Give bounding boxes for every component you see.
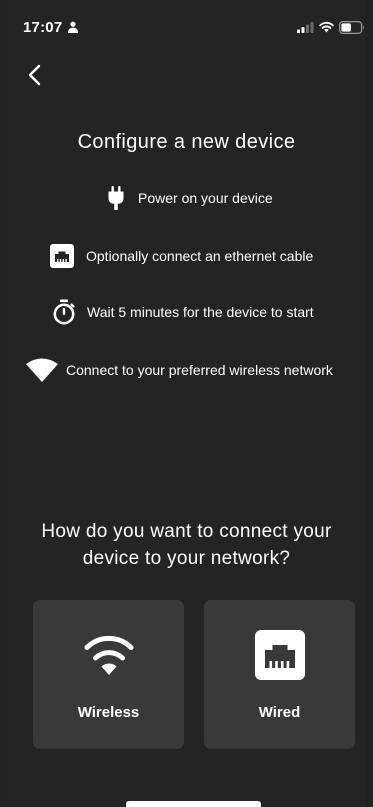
chevron-left-icon bbox=[28, 64, 41, 86]
wireless-option-label: Wireless bbox=[77, 704, 140, 721]
plug-icon bbox=[106, 186, 126, 210]
connection-question: How do you want to connect your device t… bbox=[8, 518, 365, 572]
step-label: Optionally connect an ethernet cable bbox=[86, 248, 314, 264]
stopwatch-icon bbox=[52, 299, 76, 325]
wifi-icon bbox=[319, 21, 334, 33]
ethernet-port-icon bbox=[254, 630, 305, 680]
status-bar: 17:07 bbox=[8, 0, 365, 48]
wireless-option-button[interactable]: Wireless bbox=[33, 600, 184, 749]
question-line-2: device to your network? bbox=[82, 548, 291, 569]
person-icon bbox=[68, 21, 78, 33]
question-line-1: How do you want to connect your bbox=[41, 521, 332, 542]
step-label: Power on your device bbox=[138, 190, 273, 206]
status-time: 17:07 bbox=[23, 19, 63, 36]
wired-option-label: Wired bbox=[258, 704, 301, 721]
back-button[interactable] bbox=[24, 60, 48, 90]
wifi-icon bbox=[26, 358, 58, 382]
wired-option-button[interactable]: Wired bbox=[204, 600, 355, 749]
step-label: Wait 5 minutes for the device to start bbox=[87, 304, 314, 320]
step-ethernet: Optionally connect an ethernet cable bbox=[50, 242, 313, 270]
step-wait: Wait 5 minutes for the device to start bbox=[52, 298, 314, 326]
wifi-icon bbox=[84, 635, 133, 675]
ethernet-port-icon bbox=[50, 244, 74, 268]
signal-icon bbox=[297, 22, 314, 33]
page-title: Configure a new device bbox=[77, 131, 296, 153]
step-wireless: Connect to your preferred wireless netwo… bbox=[26, 356, 333, 384]
battery-icon bbox=[339, 21, 364, 34]
home-indicator bbox=[126, 801, 261, 807]
step-label: Connect to your preferred wireless netwo… bbox=[66, 362, 333, 378]
step-power-on: Power on your device bbox=[106, 184, 273, 212]
